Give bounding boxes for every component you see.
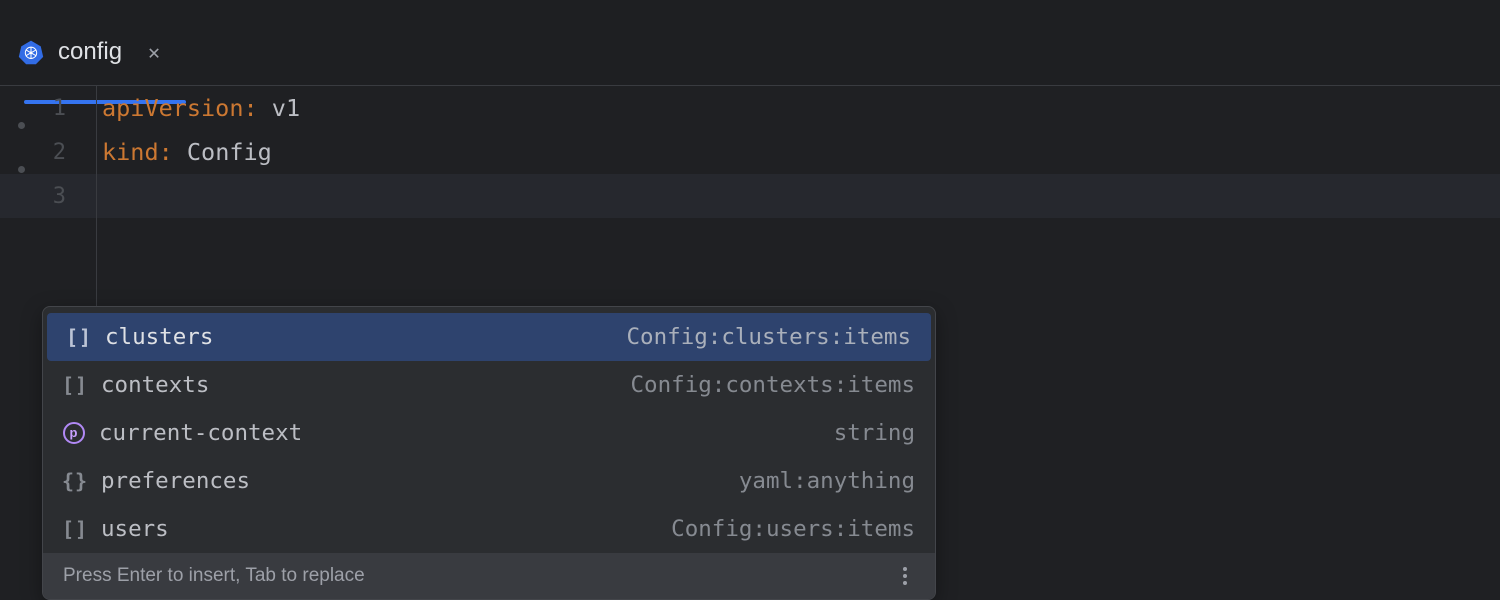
code-line[interactable]: apiVersion: v1 [100, 86, 1500, 130]
yaml-colon: : [243, 94, 257, 122]
code-editor[interactable]: 1 2 3 apiVersion: v1 kind: Config [0, 86, 1500, 600]
completion-item-label: preferences [101, 468, 250, 494]
completion-item-type: string [834, 420, 915, 446]
code-line[interactable]: kind: Config [100, 130, 1500, 174]
code-area[interactable]: apiVersion: v1 kind: Config [100, 86, 1500, 218]
completion-item-current-context[interactable]: current-context string [43, 409, 935, 457]
yaml-key: apiVersion [102, 94, 243, 122]
completion-item-label: contexts [101, 372, 209, 398]
completion-hint: Press Enter to insert, Tab to replace [63, 565, 365, 587]
completion-item-preferences[interactable]: preferences yaml:anything [43, 457, 935, 505]
kebab-menu-icon[interactable] [895, 566, 915, 586]
yaml-colon: : [159, 138, 173, 166]
yaml-value: v1 [272, 94, 300, 122]
property-icon [63, 422, 85, 444]
kubernetes-icon [18, 39, 44, 65]
completion-item-contexts[interactable]: contexts Config:contexts:items [43, 361, 935, 409]
line-number: 2 [53, 140, 66, 165]
modified-line-dot [18, 166, 25, 173]
object-icon [63, 469, 87, 493]
completion-item-label: clusters [105, 324, 213, 350]
tab-title: config [58, 38, 122, 66]
tab-config[interactable]: config ✕ [12, 22, 174, 82]
yaml-value: Config [187, 138, 272, 166]
completion-item-type: Config:contexts:items [631, 372, 915, 398]
array-icon [63, 373, 87, 397]
tab-bar: config ✕ [0, 0, 1500, 86]
array-icon [67, 325, 91, 349]
completion-footer: Press Enter to insert, Tab to replace [43, 553, 935, 599]
array-icon [63, 517, 87, 541]
code-line-active[interactable] [100, 174, 1500, 218]
gutter-line: 3 [0, 174, 96, 218]
completion-item-label: current-context [99, 420, 302, 446]
completion-item-label: users [101, 516, 169, 542]
yaml-key: kind [102, 138, 159, 166]
modified-line-dot [18, 122, 25, 129]
completion-item-type: Config:clusters:items [627, 324, 911, 350]
gutter-line: 1 [0, 86, 96, 130]
completion-popup: clusters Config:clusters:items contexts … [42, 306, 936, 600]
completion-item-users[interactable]: users Config:users:items [43, 505, 935, 553]
completion-item-type: yaml:anything [739, 468, 915, 494]
editor-window: config ✕ 1 2 3 apiVersion: v1 [0, 0, 1500, 600]
completion-list: clusters Config:clusters:items contexts … [43, 307, 935, 553]
line-number: 1 [53, 96, 66, 121]
completion-item-clusters[interactable]: clusters Config:clusters:items [47, 313, 931, 361]
gutter-line: 2 [0, 130, 96, 174]
line-number: 3 [53, 184, 66, 209]
completion-item-type: Config:users:items [671, 516, 915, 542]
close-icon[interactable]: ✕ [148, 40, 160, 64]
